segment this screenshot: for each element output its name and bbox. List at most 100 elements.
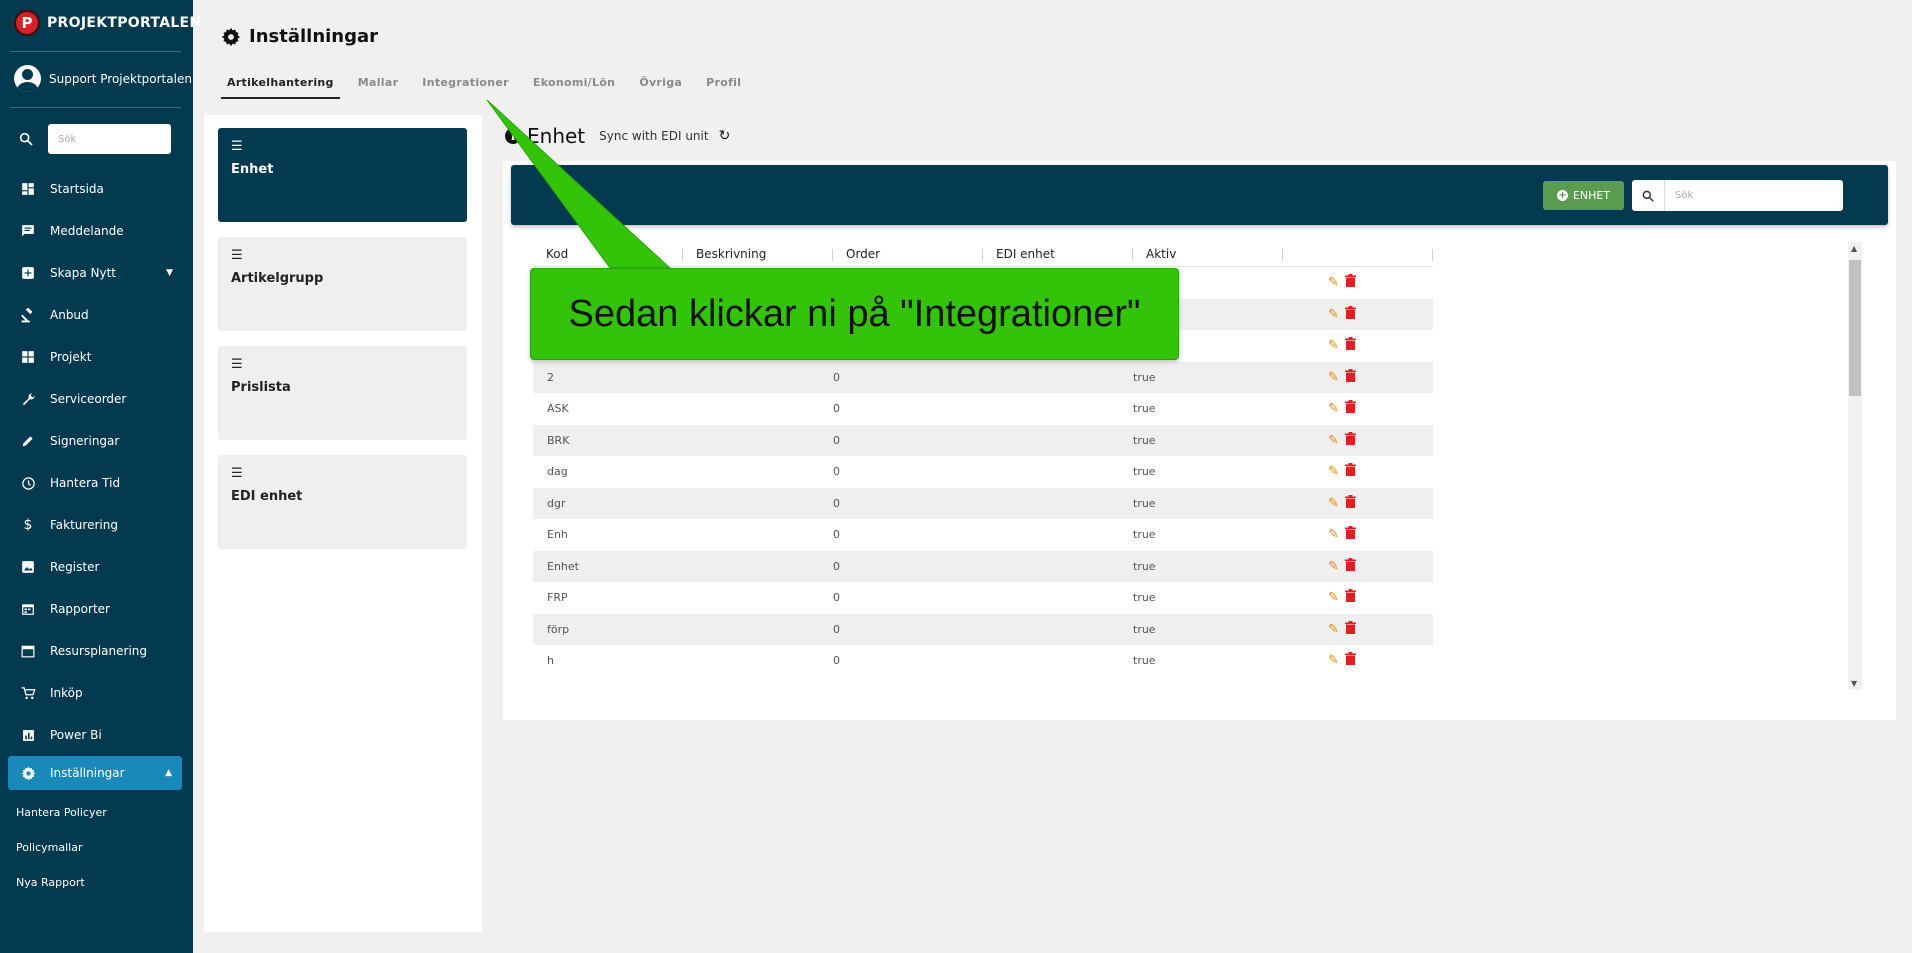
sidebar-subitem-hantera-policyer[interactable]: Hantera Policyer [16,803,107,838]
edit-icon[interactable]: ✎ [1328,307,1339,322]
brand[interactable]: P PROJEKTPORTALEN [14,10,201,36]
sidebar-item-register[interactable]: Register [8,546,183,588]
scrollbar-thumb[interactable] [1849,260,1861,396]
sidebar-item-inkop[interactable]: Inköp [8,672,183,714]
delete-icon[interactable] [1344,652,1356,669]
delete-icon[interactable] [1344,305,1356,323]
sidebar-item-signeringar[interactable]: Signeringar [8,420,183,462]
table-row[interactable]: förp 0 true ✎ [533,613,1433,645]
column-header-order[interactable]: Order [833,241,983,266]
sidebar-item-rapporter[interactable]: Rapporter [8,588,183,630]
tab-mallar[interactable]: Mallar [352,70,405,99]
sidebar-item-serviceorder[interactable]: Serviceorder [8,378,183,420]
table-row[interactable]: Enh 0 true ✎ [533,519,1433,551]
sync-edi-link[interactable]: Sync with EDI unit [599,129,708,143]
delete-icon[interactable] [1344,494,1356,512]
edit-icon[interactable]: ✎ [1328,527,1339,542]
edit-icon[interactable]: ✎ [1328,370,1339,385]
edit-icon[interactable]: ✎ [1328,401,1339,416]
delete-icon[interactable] [1344,620,1356,638]
column-header-edi-enhet[interactable]: EDI enhet [983,241,1133,266]
add-enhet-button[interactable]: + ENHET [1543,181,1624,210]
sidebar-search-input[interactable] [48,124,171,154]
table-row[interactable]: FRP 0 true ✎ [533,582,1433,614]
user-name: Support Projektportalen [49,71,192,86]
delete-icon[interactable] [1344,463,1356,480]
table-row[interactable]: h 0 true ✎ [533,645,1433,671]
sidebar-item-installningar[interactable]: Inställningar ▲ [8,756,182,790]
user-profile[interactable]: Support Projektportalen [14,65,192,92]
sidebar-item-projekt[interactable]: Projekt [8,336,183,378]
card-label: Enhet [231,162,274,177]
table-row[interactable]: Enhet 0 true ✎ [533,550,1433,582]
sidebar-nav: Startsida Meddelande Skapa Nytt ▼ Anbud … [8,168,183,756]
edit-icon[interactable]: ✎ [1328,433,1339,448]
edit-icon[interactable]: ✎ [1328,653,1339,668]
sidebar-item-resursplanering[interactable]: Resursplanering [8,630,183,672]
table-row[interactable]: BRK 0 true ✎ [533,424,1433,456]
refresh-icon[interactable]: ↻ [719,128,731,144]
info-icon[interactable]: i [505,128,521,144]
cell-order: 0 [833,496,840,510]
dashboard-icon [20,181,36,197]
edit-icon[interactable]: ✎ [1328,590,1339,605]
sidebar-item-label: Rapporter [50,602,110,616]
card-enhet[interactable]: ☰ Enhet [218,128,467,222]
sidebar-item-anbud[interactable]: Anbud [8,294,183,336]
edit-icon[interactable]: ✎ [1328,622,1339,637]
card-edi-enhet[interactable]: ☰ EDI enhet [218,455,467,549]
table-search-input[interactable] [1665,190,1835,201]
sidebar-divider [10,107,181,108]
card-prislista[interactable]: ☰ Prislista [218,346,467,440]
table-scrollbar[interactable]: ▲ ▼ [1848,242,1862,690]
cell-kod: dag [547,465,568,479]
delete-icon[interactable] [1344,526,1356,543]
list-icon: ☰ [231,139,243,154]
sidebar-subitem-policymallar[interactable]: Policymallar [16,838,107,873]
column-header-kod[interactable]: Kod [533,241,683,266]
message-icon [20,223,36,239]
sidebar-item-fakturering[interactable]: $ Fakturering [8,504,183,546]
delete-icon[interactable] [1344,274,1356,291]
delete-icon[interactable] [1344,368,1356,386]
column-header-beskrivning[interactable]: Beskrivning [683,241,833,266]
edit-icon[interactable]: ✎ [1328,275,1339,290]
card-artikelgrupp[interactable]: ☰ Artikelgrupp [218,237,467,331]
cell-aktiv: true [1133,496,1156,510]
delete-icon[interactable] [1344,431,1356,449]
sidebar-item-meddelande[interactable]: Meddelande [8,210,183,252]
delete-icon[interactable] [1344,589,1356,606]
edit-icon[interactable]: ✎ [1328,559,1339,574]
tab-ovriga[interactable]: Övriga [633,70,688,99]
delete-icon[interactable] [1344,337,1356,354]
row-actions: ✎ [1328,620,1433,638]
table-row[interactable]: ASK 0 true ✎ [533,393,1433,425]
edit-icon[interactable]: ✎ [1328,496,1339,511]
tab-profil[interactable]: Profil [700,70,747,99]
table-toolbar: + ENHET [511,165,1888,225]
sidebar-divider [10,51,181,52]
delete-icon[interactable] [1344,557,1356,575]
table-row[interactable]: dgr 0 true ✎ [533,487,1433,519]
row-actions: ✎ [1328,431,1433,449]
sidebar-item-startsida[interactable]: Startsida [8,168,183,210]
tab-ekonomi-lon[interactable]: Ekonomi/Lön [527,70,621,99]
edit-icon[interactable]: ✎ [1328,338,1339,353]
row-actions: ✎ [1328,652,1433,669]
edit-icon[interactable]: ✎ [1328,464,1339,479]
column-header-aktiv[interactable]: Aktiv [1133,241,1283,266]
sidebar-subitem-nya-rapport[interactable]: Nya Rapport [16,873,107,908]
tab-integrationer[interactable]: Integrationer [416,70,515,99]
table-row[interactable]: 2 0 true ✎ [533,361,1433,393]
scroll-down-arrow[interactable]: ▼ [1851,679,1857,688]
sidebar-item-hantera-tid[interactable]: Hantera Tid [8,462,183,504]
scroll-up-arrow[interactable]: ▲ [1851,244,1857,253]
tab-artikelhantering[interactable]: Artikelhantering [221,70,340,99]
sidebar-item-skapa-nytt[interactable]: Skapa Nytt ▼ [8,252,183,294]
table-row[interactable]: dag 0 true ✎ [533,456,1433,488]
list-icon: ☰ [231,248,243,263]
cell-order: 0 [833,528,840,542]
sidebar-item-power-bi[interactable]: Power Bi [8,714,183,756]
delete-icon[interactable] [1344,400,1356,417]
section-header: i Enhet Sync with EDI unit ↻ [505,124,730,148]
